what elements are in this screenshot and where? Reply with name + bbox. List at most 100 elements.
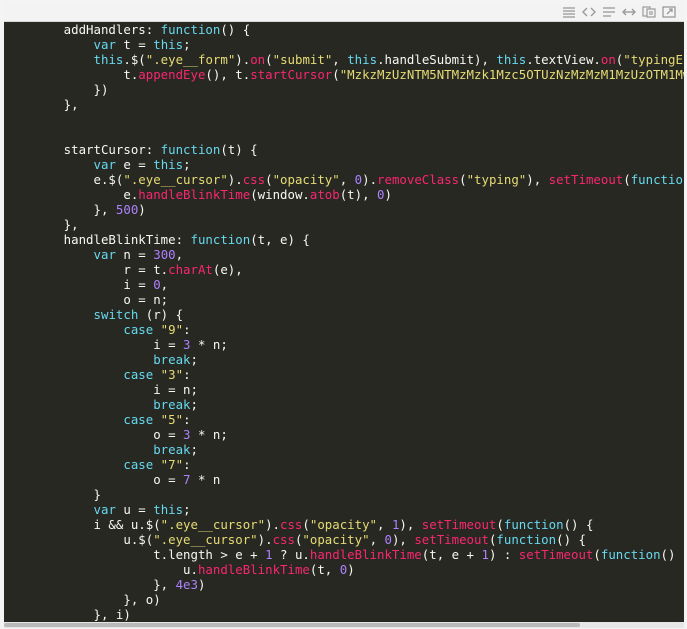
code-token: break bbox=[153, 352, 191, 367]
code-line: e.handleBlinkTime(window.atob(t), 0) bbox=[4, 187, 392, 202]
code-token: t. bbox=[4, 67, 139, 82]
code-token: appendEye bbox=[138, 67, 206, 82]
code-line: u.handleBlinkTime(t, 0) bbox=[4, 562, 355, 577]
code-icon[interactable] bbox=[580, 3, 598, 20]
code-token: ( bbox=[623, 172, 631, 187]
code-token: (e), bbox=[212, 262, 243, 277]
code-token: ; bbox=[190, 397, 198, 412]
code-token: setTimeout bbox=[518, 547, 594, 562]
code-token: 7 bbox=[183, 472, 191, 487]
code-token: , bbox=[369, 532, 385, 547]
code-token: startCursor bbox=[250, 67, 333, 82]
code-token: o = n; bbox=[4, 292, 169, 307]
code-token: ), bbox=[391, 532, 415, 547]
code-token: css bbox=[280, 517, 303, 532]
code-token: css bbox=[272, 532, 295, 547]
scrollbar-thumb[interactable] bbox=[4, 623, 580, 627]
code-token: * n; bbox=[190, 427, 228, 442]
code-token: "typing" bbox=[466, 172, 527, 187]
copy-icon[interactable] bbox=[640, 3, 658, 20]
code-token: }) bbox=[4, 82, 109, 97]
code-token: function bbox=[190, 232, 251, 247]
code-token: * n; bbox=[190, 337, 228, 352]
code-token: ( bbox=[265, 52, 273, 67]
code-line: o = 7 * n bbox=[4, 472, 220, 487]
code-token: .$( bbox=[123, 52, 146, 67]
code-token: ".eye__cursor" bbox=[153, 532, 258, 547]
wrap-lines-icon[interactable] bbox=[600, 3, 618, 20]
code-token: 500 bbox=[115, 202, 139, 217]
horizontal-scrollbar[interactable] bbox=[4, 622, 684, 628]
code-line: break; bbox=[4, 397, 198, 412]
code-token: 1 bbox=[265, 547, 273, 562]
code-token: r = t. bbox=[4, 262, 169, 277]
code-line: var e = this; bbox=[4, 157, 191, 172]
code-line: }, bbox=[4, 97, 79, 112]
code-token: ). bbox=[265, 517, 281, 532]
code-token: (t, bbox=[309, 562, 340, 577]
code-token: charAt bbox=[168, 262, 213, 277]
code-token: , bbox=[377, 517, 392, 532]
code-token: case bbox=[123, 322, 154, 337]
code-line: break; bbox=[4, 352, 198, 367]
code-token: ) bbox=[384, 187, 392, 202]
code-token: setTimeout bbox=[414, 532, 489, 547]
code-token: break bbox=[153, 442, 191, 457]
code-token: function bbox=[496, 532, 557, 547]
code-token: (), t. bbox=[205, 67, 251, 82]
code-line: case "9": bbox=[4, 322, 190, 337]
popout-icon[interactable] bbox=[660, 3, 678, 20]
code-token: (t), bbox=[339, 187, 378, 202]
code-token: () { bbox=[556, 532, 586, 547]
code-token: ( bbox=[593, 547, 601, 562]
code-line: i = n; bbox=[4, 382, 198, 397]
code-token: (t, e) { bbox=[250, 232, 310, 247]
code-line: var t = this; bbox=[4, 37, 191, 52]
code-token: 0 bbox=[384, 532, 392, 547]
code-token: ( bbox=[496, 517, 504, 532]
code-editor[interactable]: addHandlers: function() { var t = this; … bbox=[4, 22, 684, 622]
code-token: atob bbox=[309, 187, 340, 202]
code-token: () { bbox=[220, 22, 251, 37]
code-line: switch (r) { bbox=[4, 307, 184, 322]
code-token: ; bbox=[183, 157, 191, 172]
code-line: i = 3 * n; bbox=[4, 337, 228, 352]
expand-icon[interactable] bbox=[620, 3, 638, 20]
code-token: "3" bbox=[160, 367, 184, 382]
code-line: o = n; bbox=[4, 292, 168, 307]
code-token: i = n; bbox=[4, 382, 198, 397]
code-token: , bbox=[339, 172, 355, 187]
code-token: ; bbox=[190, 442, 198, 457]
code-token: }, bbox=[4, 97, 79, 112]
code-token: case bbox=[123, 457, 154, 472]
code-token: this bbox=[153, 502, 184, 517]
code-token: ). bbox=[235, 52, 251, 67]
code-line: } bbox=[4, 487, 101, 502]
code-token: e = bbox=[115, 157, 154, 172]
code-token: e. bbox=[4, 187, 139, 202]
code-token: function bbox=[630, 172, 684, 187]
code-token: (t) { bbox=[220, 142, 258, 157]
code-token: ( bbox=[302, 517, 310, 532]
code-token: function bbox=[600, 547, 661, 562]
code-token: ; bbox=[190, 352, 198, 367]
code-token: this bbox=[153, 157, 184, 172]
code-token: ? u. bbox=[272, 547, 310, 562]
code-token: 3 bbox=[183, 427, 191, 442]
code-line: var n = 300, bbox=[4, 247, 184, 262]
code-token: ( bbox=[459, 172, 467, 187]
code-token: ) bbox=[347, 562, 355, 577]
code-token: ; bbox=[183, 37, 191, 52]
code-token: "9" bbox=[160, 322, 184, 337]
code-token: ). bbox=[362, 172, 378, 187]
view-source-icon[interactable] bbox=[560, 3, 578, 20]
code-line: i = 0, bbox=[4, 277, 168, 292]
code-token: u. bbox=[4, 562, 198, 577]
